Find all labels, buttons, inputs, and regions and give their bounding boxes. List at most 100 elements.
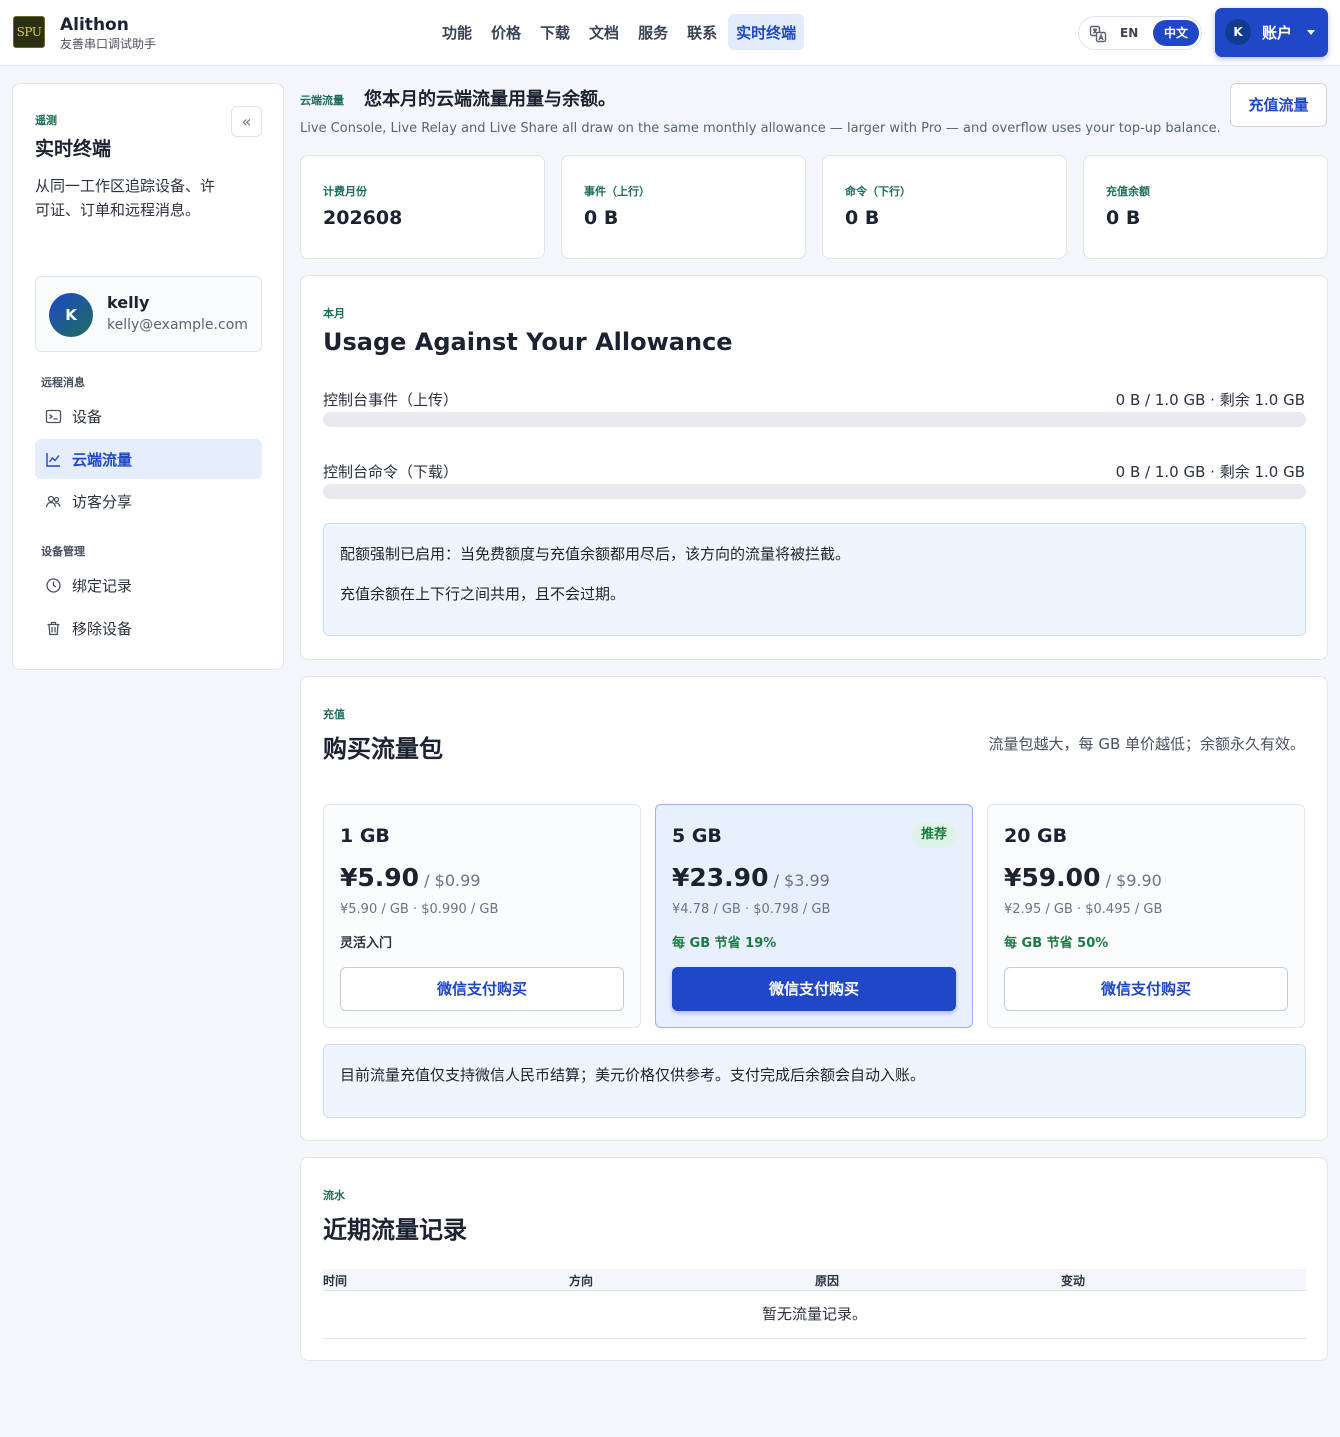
stat-value: 0 B (1106, 207, 1141, 229)
brand-name[interactable]: Alithon (60, 15, 129, 35)
users-icon (45, 495, 61, 507)
pack-price: ¥23.90 / $3.99 (672, 863, 830, 892)
pack-savings: 每 GB 节省 19% (672, 936, 777, 951)
pack-unit-price: ¥2.95 / GB · $0.495 / GB (1004, 902, 1163, 917)
stat-card-billing-month: 计费月份 202608 (300, 155, 545, 259)
pack-price: ¥59.00 / $9.90 (1004, 863, 1162, 892)
pack-card-20gb: 20 GB ¥59.00 / $9.90 ¥2.95 / GB · $0.495… (987, 804, 1305, 1028)
sidebar-title: 实时终端 (35, 138, 112, 160)
pack-price-usd: / $3.99 (768, 871, 830, 890)
sidebar-item-label: 移除设备 (72, 619, 133, 638)
usage-eyebrow: 云端流量 (300, 94, 344, 107)
chevron-down-icon (1307, 30, 1315, 35)
user-email: kelly@example.com (107, 317, 248, 333)
ledger-eyebrow: 流水 (323, 1189, 345, 1202)
lang-en-option[interactable]: EN (1120, 17, 1138, 49)
sidebar-eyebrow: 遥测 (35, 114, 57, 127)
pack-price-cny: ¥23.90 (672, 863, 769, 892)
clock-icon (46, 577, 61, 593)
allowance-title: Usage Against Your Allowance (323, 328, 733, 356)
sidebar: 遥测 « 实时终端 从同一工作区追踪设备、许可证、订单和远程消息。 K kell… (12, 83, 284, 670)
brand-logo[interactable]: SPU (13, 16, 45, 48)
topup-button[interactable]: 充值流量 (1230, 83, 1327, 127)
sidebar-item-guest-share[interactable]: 访客分享 (35, 481, 262, 521)
buy-1gb-button[interactable]: 微信支付购买 (340, 967, 624, 1011)
stat-value: 0 B (845, 207, 880, 229)
pack-price-usd: / $0.99 (419, 871, 481, 890)
packs-eyebrow: 充值 (323, 708, 345, 721)
sidebar-item-label: 设备 (72, 407, 103, 426)
user-name: kelly (107, 293, 150, 312)
pack-unit-price: ¥5.90 / GB · $0.990 / GB (340, 902, 499, 917)
buy-20gb-button[interactable]: 微信支付购买 (1004, 967, 1288, 1011)
sidebar-item-remove-device[interactable]: 移除设备 (35, 608, 262, 648)
terminal-icon (45, 409, 62, 423)
logo-text: SPU (16, 25, 42, 39)
sidebar-item-devices[interactable]: 设备 (35, 396, 262, 436)
language-switcher: EN 中文 (1078, 16, 1202, 50)
packs-title: 购买流量包 (323, 735, 443, 763)
buy-5gb-button[interactable]: 微信支付购买 (672, 967, 956, 1011)
pack-price-cny: ¥5.90 (340, 863, 420, 892)
pack-price-cny: ¥59.00 (1004, 863, 1101, 892)
stat-label: 事件（上行） (584, 185, 650, 198)
double-chevron-left-icon: « (241, 112, 252, 131)
stat-value: 0 B (584, 207, 619, 229)
quota-notice: 配额强制已启用：当免费额度与充值余额都用尽后，该方向的流量将被拦截。 充值余额在… (323, 523, 1306, 636)
column-header-change: 变动 (1061, 1274, 1086, 1288)
meter-value-commands: 0 B / 1.0 GB · 剩余 1.0 GB (1115, 463, 1305, 481)
pack-size: 5 GB (672, 825, 722, 847)
stat-label: 命令（下行） (845, 185, 911, 198)
nav-live-terminal[interactable]: 实时终端 (728, 14, 805, 50)
nav-docs[interactable]: 文档 (581, 14, 627, 50)
brand-subtitle: 友善串口调试助手 (60, 37, 157, 51)
sidebar-item-label: 访客分享 (72, 492, 133, 511)
nav-download[interactable]: 下载 (532, 14, 578, 50)
packs-hint: 流量包越大，每 GB 单价越低；余额永久有效。 (988, 735, 1305, 753)
quota-notice-line-1: 配额强制已启用：当免费额度与充值余额都用尽后，该方向的流量将被拦截。 (340, 545, 851, 563)
account-menu-button[interactable]: K 账户 (1215, 8, 1328, 57)
nav-services[interactable]: 服务 (630, 14, 676, 50)
ledger-title: 近期流量记录 (323, 1216, 467, 1244)
pack-savings: 每 GB 节省 50% (1004, 936, 1109, 951)
sidebar-item-label: 绑定记录 (72, 576, 133, 595)
ledger-empty-state: 暂无流量记录。 (323, 1292, 1306, 1339)
meter-value-events: 0 B / 1.0 GB · 剩余 1.0 GB (1115, 391, 1305, 409)
nav-contact[interactable]: 联系 (679, 14, 725, 50)
pack-card-5gb: 5 GB 推荐 ¥23.90 / $3.99 ¥4.78 / GB · $0.7… (655, 804, 973, 1028)
translate-icon (1089, 25, 1107, 47)
payment-notice-text: 目前流量充值仅支持微信人民币结算；美元价格仅供参考。支付完成后余额会自动入账。 (340, 1066, 926, 1084)
pack-size: 20 GB (1004, 825, 1068, 847)
column-header-time: 时间 (323, 1274, 348, 1288)
collapse-sidebar-button[interactable]: « (231, 106, 262, 137)
sidebar-section-device-mgmt: 设备管理 (41, 545, 85, 558)
trash-icon (47, 621, 60, 635)
account-label: 账户 (1262, 24, 1293, 42)
main-nav: 功能 价格 下载 文档 服务 联系 实时终端 (434, 14, 807, 50)
sidebar-item-cloud-traffic[interactable]: 云端流量 (35, 439, 262, 479)
quota-notice-line-2: 充值余额在上下行之间共用，且不会过期。 (340, 585, 626, 603)
nav-features[interactable]: 功能 (434, 14, 480, 50)
ledger-table-header: 时间 方向 原因 变动 (323, 1269, 1306, 1291)
nav-pricing[interactable]: 价格 (483, 14, 529, 50)
sidebar-item-binding-history[interactable]: 绑定记录 (35, 565, 262, 605)
chart-line-icon (46, 452, 60, 467)
column-header-reason: 原因 (815, 1274, 840, 1288)
usage-description: Live Console, Live Relay and Live Share … (300, 121, 1221, 136)
meter-track-commands (323, 484, 1306, 499)
user-card: K kelly kelly@example.com (35, 276, 262, 352)
recommended-badge: 推荐 (911, 822, 956, 848)
stat-card-topup-balance: 充值余额 0 B (1083, 155, 1328, 259)
meter-track-events (323, 412, 1306, 427)
sidebar-section-remote: 远程消息 (41, 376, 85, 389)
meter-label-events: 控制台事件（上传） (323, 391, 459, 409)
packs-panel: 充值 购买流量包 流量包越大，每 GB 单价越低；余额永久有效。 1 GB ¥5… (300, 676, 1328, 1141)
top-navbar: SPU Alithon 友善串口调试助手 功能 价格 下载 文档 服务 联系 实… (0, 0, 1340, 66)
avatar: K (49, 293, 93, 337)
pack-price: ¥5.90 / $0.99 (340, 863, 480, 892)
allowance-eyebrow: 本月 (323, 307, 345, 320)
meter-label-commands: 控制台命令（下载） (323, 463, 459, 481)
lang-zh-option[interactable]: 中文 (1153, 20, 1199, 46)
stat-card-commands-down: 命令（下行） 0 B (822, 155, 1067, 259)
pack-unit-price: ¥4.78 / GB · $0.798 / GB (672, 902, 831, 917)
